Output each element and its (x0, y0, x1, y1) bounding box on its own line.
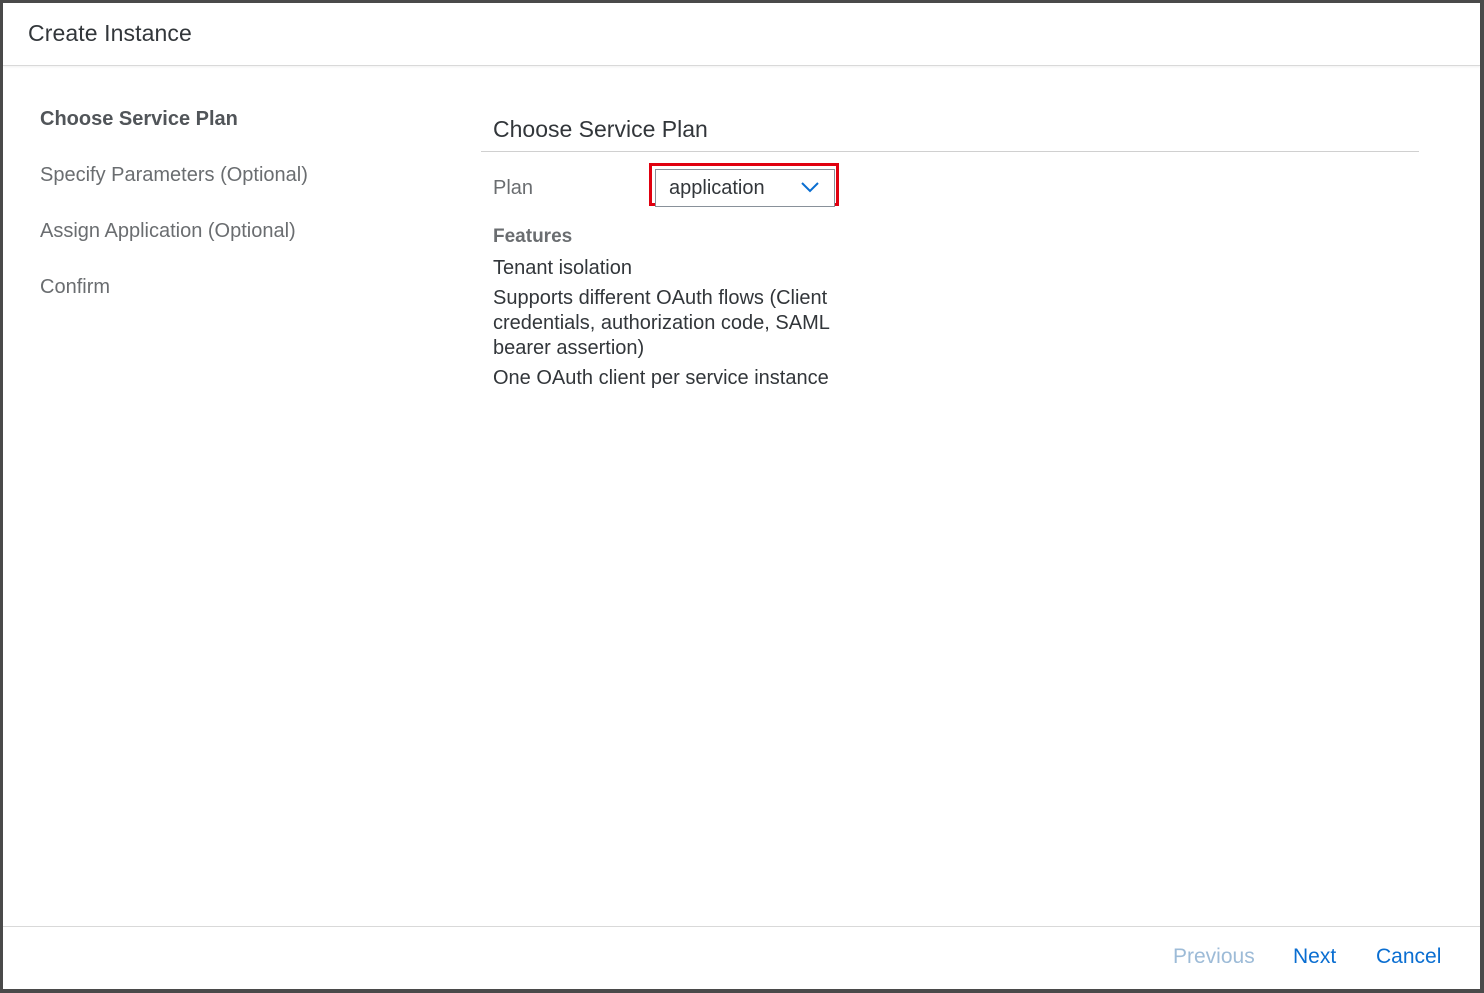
dialog-title: Create Instance (28, 20, 192, 46)
plan-select-value: application (669, 177, 765, 199)
feature-item: Tenant isolation (493, 257, 632, 279)
feature-item: Supports different OAuth flows (Client c… (493, 287, 830, 359)
dialog-footer: Previous Next Cancel (3, 926, 1480, 990)
step-specify-parameters[interactable]: Specify Parameters (Optional) (40, 157, 440, 213)
plan-select[interactable]: application (655, 169, 835, 207)
create-instance-dialog: Create Instance Choose Service Plan Spec… (3, 3, 1480, 989)
feature-item: One OAuth client per service instance (493, 367, 829, 389)
chevron-down-icon[interactable] (800, 180, 820, 194)
section-title: Choose Service Plan (481, 103, 1419, 152)
cancel-button[interactable]: Cancel (1376, 945, 1441, 969)
plan-label: Plan (493, 177, 534, 199)
previous-button[interactable]: Previous (1173, 945, 1255, 969)
dialog-header: Create Instance (3, 3, 1480, 66)
step-confirm[interactable]: Confirm (40, 269, 440, 325)
step-choose-service-plan[interactable]: Choose Service Plan (40, 101, 440, 157)
step-content: Choose Service Plan Plan application Fea… (481, 103, 1419, 396)
wizard-steps: Choose Service Plan Specify Parameters (… (40, 101, 440, 325)
next-button[interactable]: Next (1293, 945, 1336, 969)
step-assign-application[interactable]: Assign Application (Optional) (40, 213, 440, 269)
plan-row: Plan application (481, 152, 1419, 230)
